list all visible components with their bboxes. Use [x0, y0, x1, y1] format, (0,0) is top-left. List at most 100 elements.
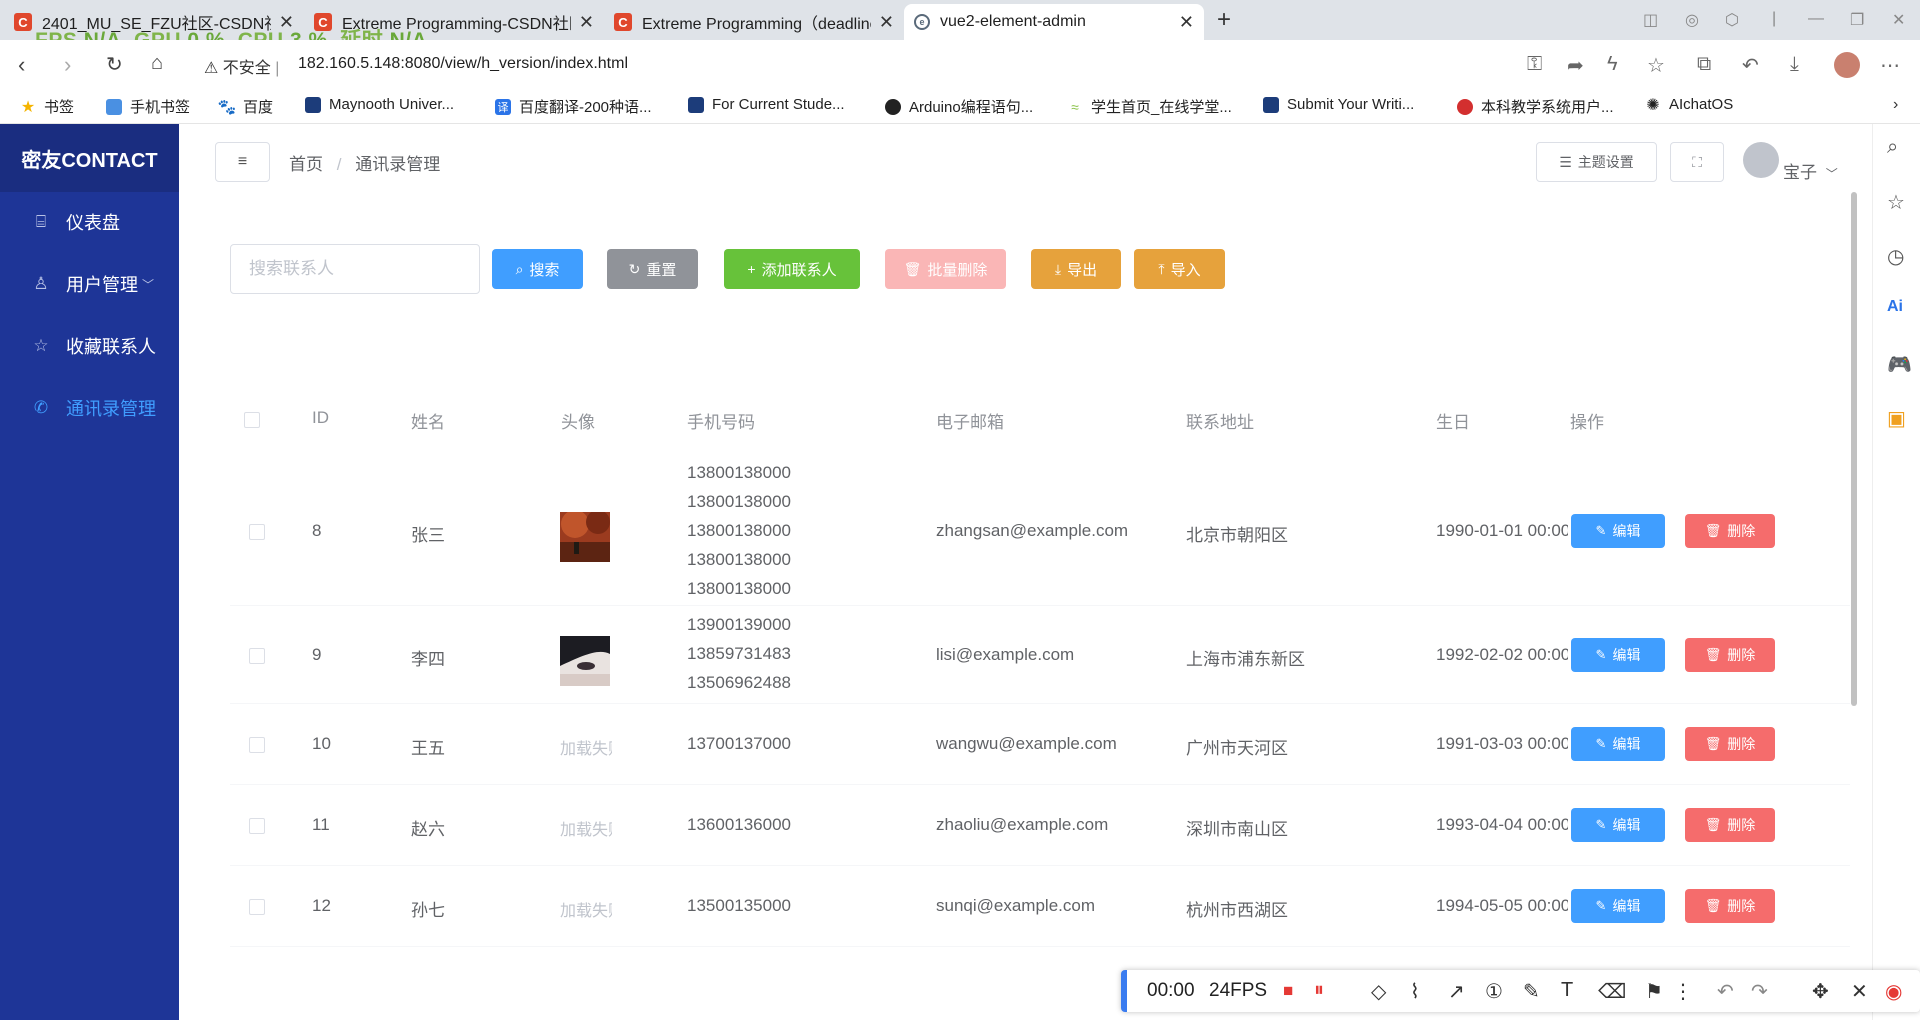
undo-icon[interactable]: ↶ — [1742, 53, 1759, 78]
import-button[interactable]: ⤒ 导入 — [1134, 249, 1225, 289]
bookmark-item[interactable]: 本科教学系统用户... — [1457, 96, 1614, 117]
stop-record-icon[interactable]: ■ — [1283, 981, 1293, 1001]
history-clock-icon[interactable]: ◷ — [1887, 244, 1904, 269]
search-icon[interactable]: ⌕ — [1887, 136, 1898, 159]
download-icon[interactable]: ⤓ — [1790, 53, 1799, 76]
incognito-icon[interactable]: ◎ — [1685, 10, 1699, 30]
close-icon[interactable]: ✕ — [1179, 12, 1194, 33]
forward-icon[interactable]: › — [64, 52, 71, 78]
bookmark-item[interactable]: For Current Stude... — [688, 96, 845, 113]
row-checkbox[interactable] — [249, 524, 265, 540]
sidebar-item-contacts[interactable]: ✆ 通讯录管理 — [0, 377, 179, 439]
bookmark-item[interactable]: Arduino编程语句... — [885, 96, 1033, 117]
reload-icon[interactable]: ↻ — [106, 52, 123, 77]
highlighter-icon[interactable]: ⚑ — [1645, 979, 1663, 1004]
add-contact-button[interactable]: + 添加联系人 — [724, 249, 860, 289]
bookmark-item[interactable]: 手机书签 — [106, 96, 190, 117]
select-all-checkbox[interactable] — [244, 412, 260, 428]
tab-actions-icon[interactable]: ◫ — [1643, 10, 1658, 30]
browser-tab-3[interactable]: C Extreme Programming（deadline） ✕ — [604, 4, 904, 40]
gamepad-icon[interactable]: 🎮 — [1887, 352, 1912, 377]
page-scrollbar[interactable] — [1851, 192, 1857, 706]
more-icon[interactable]: ⋯ — [1880, 53, 1900, 78]
pen-icon[interactable]: ✎ — [1523, 979, 1540, 1004]
edit-button[interactable]: ✎ 编辑 — [1571, 889, 1665, 923]
text-tool-icon[interactable]: T — [1561, 979, 1573, 1002]
record-icon[interactable]: ◉ — [1885, 979, 1902, 1004]
redo-icon[interactable]: ↷ — [1751, 979, 1768, 1004]
search-input[interactable] — [230, 244, 480, 294]
bookmark-item[interactable]: 译百度翻译-200种语... — [495, 96, 652, 117]
ai-icon[interactable]: Ai — [1887, 298, 1903, 316]
bookmark-item[interactable]: ★ 书签 — [20, 96, 74, 117]
bookmark-item[interactable]: Submit Your Writi... — [1263, 96, 1414, 113]
insecure-indicator[interactable]: ⚠ 不安全 | — [204, 54, 279, 78]
arrow-icon[interactable]: ↗ — [1448, 979, 1465, 1004]
delete-button[interactable]: 🗑 删除 — [1685, 514, 1775, 548]
bookmark-star-icon[interactable]: ☆ — [1647, 53, 1665, 78]
delete-button[interactable]: 🗑 删除 — [1685, 808, 1775, 842]
extension-icon[interactable]: ⬡ — [1725, 10, 1739, 30]
close-icon[interactable]: ✕ — [879, 12, 894, 33]
shapes-icon[interactable]: ◇ — [1371, 979, 1386, 1004]
extensions-icon[interactable]: ⧉ — [1697, 53, 1711, 76]
delete-button[interactable]: 🗑 删除 — [1685, 889, 1775, 923]
breadcrumb-home[interactable]: 首页 — [289, 155, 323, 174]
edit-button[interactable]: ✎ 编辑 — [1571, 727, 1665, 761]
lightning-icon[interactable]: ϟ — [1607, 53, 1618, 76]
row-checkbox[interactable] — [249, 648, 265, 664]
fullscreen-button[interactable]: ⛶ — [1670, 142, 1724, 182]
cell-id: 8 — [312, 521, 322, 540]
eraser-icon[interactable]: ⌫ — [1598, 979, 1626, 1004]
sidebar-item-favorites[interactable]: ☆ 收藏联系人 — [0, 315, 179, 377]
export-button[interactable]: ⤓ 导出 — [1031, 249, 1121, 289]
reset-button[interactable]: ↻ 重置 — [607, 249, 698, 289]
home-icon[interactable]: ⌂ — [151, 52, 163, 75]
back-icon[interactable]: ‹ — [18, 52, 25, 78]
edit-button[interactable]: ✎ 编辑 — [1571, 638, 1665, 672]
bookmark-item[interactable]: ≈ 学生首页_在线学堂... — [1067, 96, 1232, 117]
pause-icon[interactable]: ⏸ — [1314, 979, 1324, 1002]
batch-delete-button[interactable]: 🗑 批量删除 — [885, 249, 1006, 289]
sidebar-toggle-button[interactable]: ≡ — [215, 142, 270, 182]
window-close-icon[interactable]: ✕ — [1892, 10, 1905, 30]
cell-address: 上海市浦东新区 — [1186, 650, 1305, 669]
share-icon[interactable]: ➦ — [1567, 53, 1584, 78]
table-row: 12 孙七 加载失败 13500135000 sunqi@example.com… — [230, 866, 1850, 947]
move-icon[interactable]: ✥ — [1812, 979, 1829, 1004]
key-icon[interactable]: ⚿ — [1527, 53, 1542, 76]
bookmarks-overflow-icon[interactable]: › — [1893, 96, 1898, 114]
table-row: 8 张三 13800138000 13800138000 13800138000… — [230, 458, 1850, 606]
edit-button[interactable]: ✎ 编辑 — [1571, 808, 1665, 842]
bookmark-item[interactable]: 🐾 百度 — [218, 96, 273, 117]
edit-button[interactable]: ✎ 编辑 — [1571, 514, 1665, 548]
profile-avatar[interactable] — [1834, 52, 1860, 78]
phone-number: 13800138000 — [687, 521, 792, 540]
close-icon[interactable]: ✕ — [1851, 979, 1868, 1004]
bookmark-item[interactable]: Maynooth Univer... — [305, 96, 454, 113]
undo-icon[interactable]: ↶ — [1717, 979, 1734, 1004]
minimize-icon[interactable]: — — [1808, 10, 1824, 28]
bookmark-item[interactable]: ✺ AIchatOS — [1645, 96, 1733, 114]
row-checkbox[interactable] — [249, 899, 265, 915]
url-input[interactable]: 182.160.5.148:8080/view/h_version/index.… — [298, 55, 628, 73]
toolbox-icon[interactable]: ▣ — [1887, 406, 1906, 431]
theme-settings-button[interactable]: ☰ 主题设置 — [1536, 142, 1657, 182]
close-icon[interactable]: ✕ — [579, 12, 594, 33]
new-tab-button[interactable]: + — [1217, 6, 1231, 34]
user-menu[interactable]: 宝子 ﹀ — [1783, 158, 1838, 183]
avatar[interactable] — [1743, 142, 1779, 178]
delete-button[interactable]: 🗑 删除 — [1685, 727, 1775, 761]
more-vertical-icon[interactable]: ⋮ — [1673, 979, 1693, 1004]
sidebar-item-users[interactable]: ♙ 用户管理 ﹀ — [0, 253, 179, 315]
restore-icon[interactable]: ❐ — [1850, 10, 1864, 30]
search-button[interactable]: ⌕ 搜索 — [492, 249, 583, 289]
browser-tab-active[interactable]: e vue2-element-admin ✕ — [904, 4, 1204, 40]
row-checkbox[interactable] — [249, 737, 265, 753]
delete-button[interactable]: 🗑 删除 — [1685, 638, 1775, 672]
sidebar-item-dashboard[interactable]: ⌸ 仪表盘 — [0, 191, 179, 253]
number-marker-icon[interactable]: ① — [1485, 979, 1503, 1004]
row-checkbox[interactable] — [249, 818, 265, 834]
polyline-icon[interactable]: ⌇ — [1410, 979, 1420, 1004]
favorites-star-icon[interactable]: ☆ — [1887, 190, 1905, 215]
